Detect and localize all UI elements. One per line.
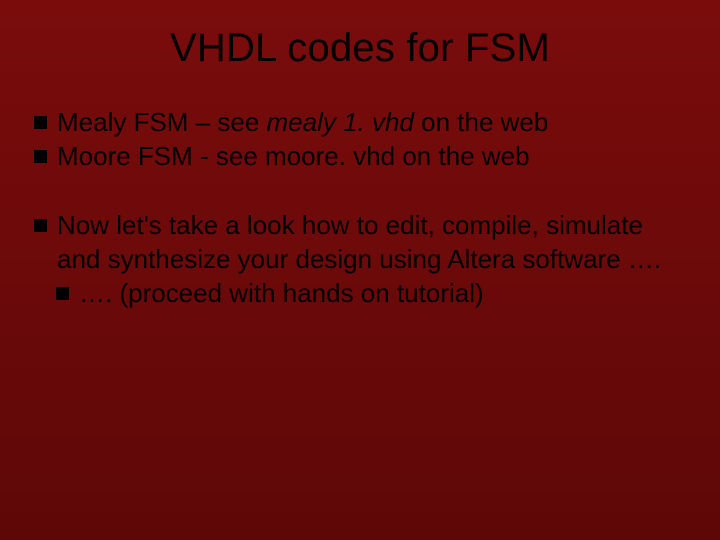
square-bullet-icon bbox=[34, 219, 47, 232]
square-bullet-icon bbox=[56, 287, 69, 300]
square-bullet-icon bbox=[34, 116, 47, 129]
bullet-text: Mealy FSM – see mealy 1. vhd on the web bbox=[57, 105, 548, 139]
bullet-text: Now let's take a look how to edit, compi… bbox=[57, 208, 686, 277]
bullet-text: Moore FSM - see moore. vhd on the web bbox=[57, 139, 530, 173]
bullet-item: Now let's take a look how to edit, compi… bbox=[34, 208, 686, 277]
slide: VHDL codes for FSM Mealy FSM – see mealy… bbox=[0, 0, 720, 540]
bullet-item: …. (proceed with hands on tutorial) bbox=[34, 276, 686, 310]
bullet-text-pre: Mealy FSM – see bbox=[57, 107, 267, 137]
bullet-item: Mealy FSM – see mealy 1. vhd on the web bbox=[34, 105, 686, 139]
bullet-group-1: Mealy FSM – see mealy 1. vhd on the web … bbox=[34, 105, 686, 174]
square-bullet-icon bbox=[34, 150, 47, 163]
bullet-text: …. (proceed with hands on tutorial) bbox=[79, 276, 484, 310]
slide-title: VHDL codes for FSM bbox=[34, 26, 686, 71]
bullet-text-italic: mealy 1. vhd bbox=[267, 107, 414, 137]
bullet-item: Moore FSM - see moore. vhd on the web bbox=[34, 139, 686, 173]
bullet-text-post: on the web bbox=[414, 107, 548, 137]
bullet-group-2: Now let's take a look how to edit, compi… bbox=[34, 208, 686, 311]
